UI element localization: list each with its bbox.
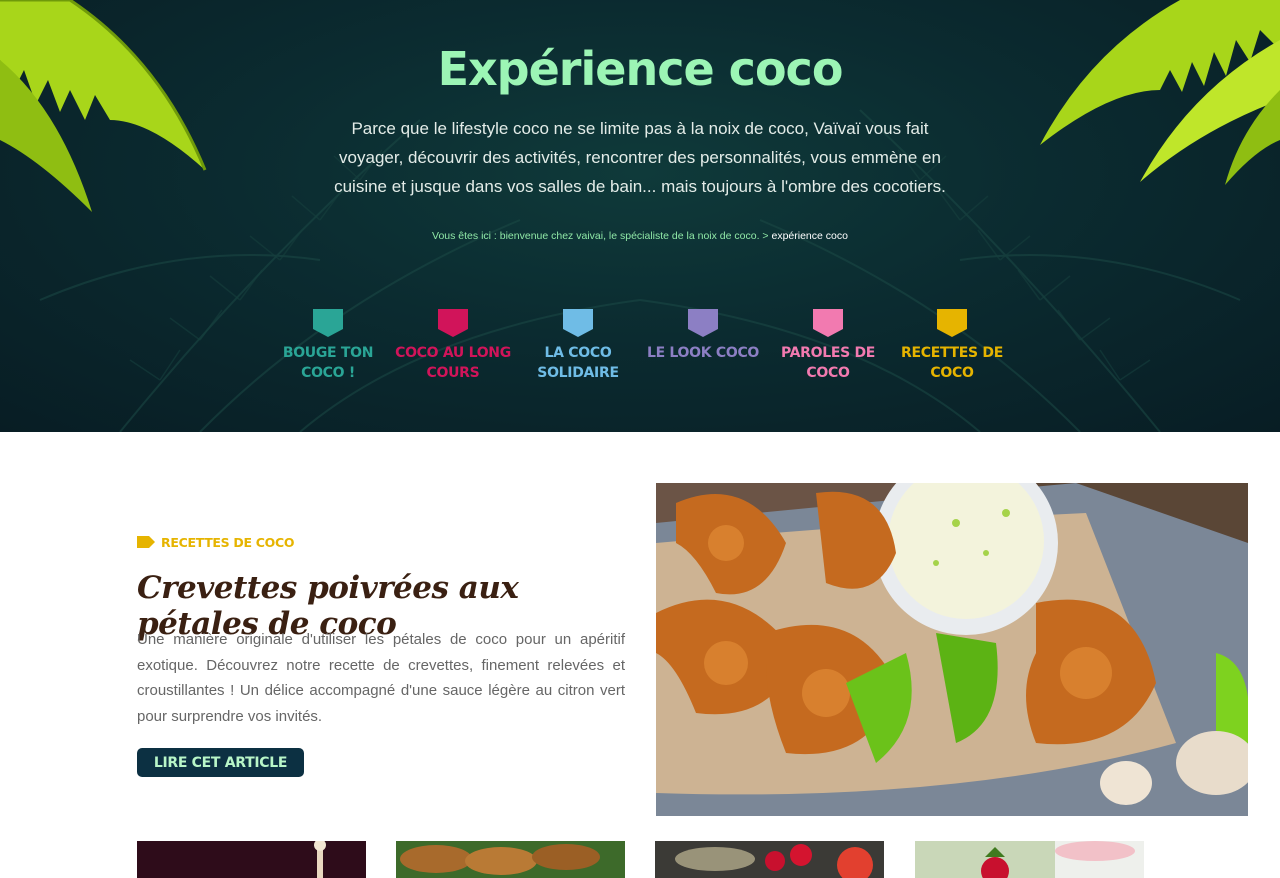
category-bouge-ton-coco[interactable]: BOUGE TON COCO ! [266,309,390,383]
category-le-look-coco[interactable]: LE LOOK COCO [641,309,765,363]
hero-banner: Expérience coco Parce que le lifestyle c… [0,0,1280,432]
grilled-skewers-photo [396,841,625,878]
category-label: PAROLES DE COCO [780,345,876,381]
breadcrumb-home-link[interactable]: bienvenue chez vaivai, le spécialiste de… [500,230,760,242]
breadcrumb-separator: > [762,230,769,242]
related-article-thumb[interactable] [137,841,366,878]
category-nav: BOUGE TON COCO ! COCO AU LONG COURS LA C… [266,309,1016,399]
category-label: RECETTES DE COCO [900,345,1003,381]
category-recettes-de-coco[interactable]: RECETTES DE COCO [890,309,1014,383]
tag-icon [813,309,843,337]
strawberry-table-photo [655,841,884,878]
tag-icon [688,309,718,337]
palm-leaf-left-icon [0,0,207,212]
page-title: Expérience coco [437,42,844,96]
category-paroles-de-coco[interactable]: PAROLES DE COCO [766,309,890,383]
related-article-thumb[interactable] [396,841,625,878]
shrimp-photo-illustration [656,483,1248,816]
article-category-label: RECETTES DE COCO [161,534,295,550]
tag-icon [563,309,593,337]
strawberry-dessert-photo [915,841,1144,878]
article-excerpt: Une manière originale d'utiliser les pét… [137,631,625,726]
category-label: LA COCO SOLIDAIRE [537,345,619,381]
breadcrumb-current: expérience coco [771,230,848,242]
read-article-button[interactable]: LIRE CET ARTICLE [137,748,304,777]
breadcrumb-prefix: Vous êtes ici : [432,230,497,242]
category-label: LE LOOK COCO [646,345,760,361]
article-category-link[interactable]: RECETTES DE COCO [137,532,294,552]
category-coco-au-long-cours[interactable]: COCO AU LONG COURS [391,309,515,383]
related-article-thumb[interactable] [915,841,1144,878]
hero-intro-text: Parce que le lifestyle coco ne se limite… [334,119,946,196]
breadcrumb: Vous êtes ici : bienvenue chez vaivai, l… [0,230,1280,242]
category-label: BOUGE TON COCO ! [282,345,374,381]
category-la-coco-solidaire[interactable]: LA COCO SOLIDAIRE [516,309,640,383]
tag-icon [937,309,967,337]
shrimp-photo[interactable] [656,483,1248,816]
tag-icon [438,309,468,337]
tag-icon [313,309,343,337]
tag-label-icon [137,536,155,548]
related-article-thumb[interactable] [655,841,884,878]
dark-drink-photo [137,841,366,878]
category-label: COCO AU LONG COURS [395,345,511,381]
